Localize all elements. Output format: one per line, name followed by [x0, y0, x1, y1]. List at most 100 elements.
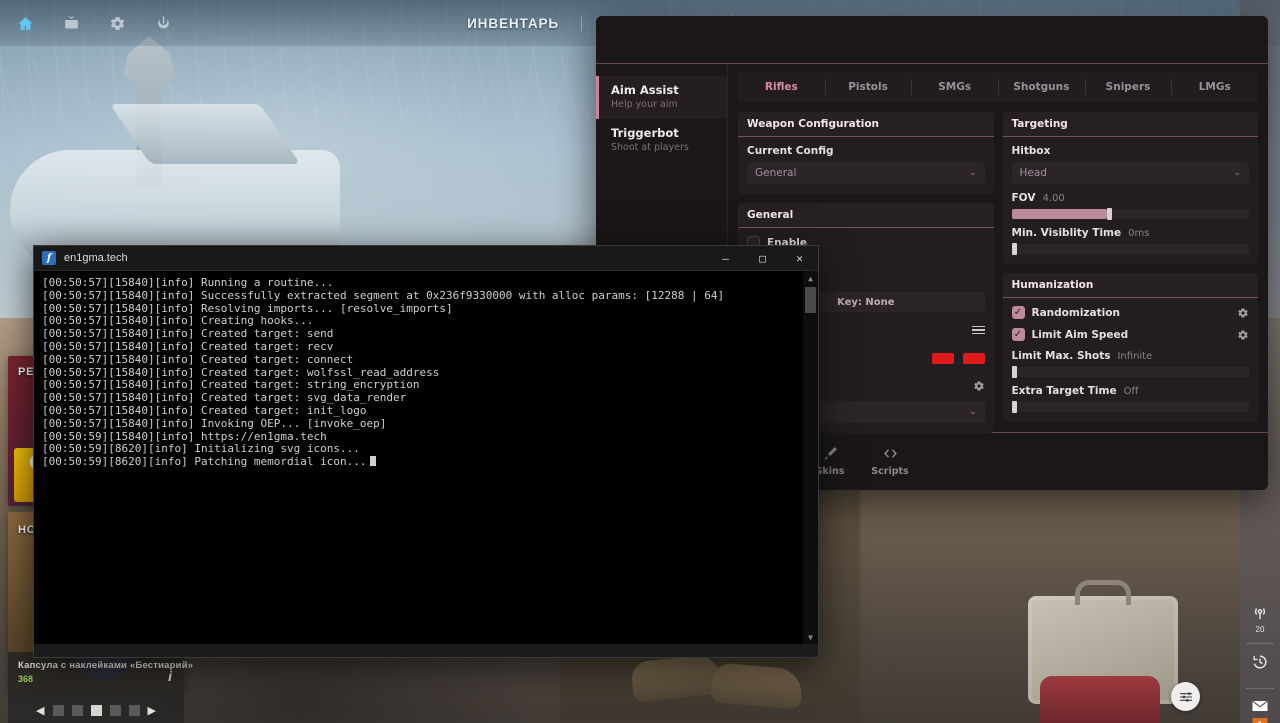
- promo-carousel: Капсула с наклейками «Бестиарий» 368 i ◀…: [8, 652, 193, 723]
- list-menu-icon[interactable]: [971, 325, 985, 335]
- tab-rifles[interactable]: Rifles: [738, 72, 825, 102]
- tab-snipers[interactable]: Snipers: [1084, 72, 1172, 102]
- quick-settings-fab[interactable]: [1171, 682, 1200, 711]
- scroll-up-arrow-icon[interactable]: ▲: [808, 271, 813, 285]
- extra-target-time-slider-knob[interactable]: [1011, 401, 1017, 413]
- min-visibility-row: Min. Visiblity Time 0ms: [1012, 227, 1250, 239]
- sidebar-item-triggerbot[interactable]: Triggerbot Shoot at players: [596, 119, 727, 162]
- limit-max-shots-slider[interactable]: [1011, 366, 1249, 378]
- home-icon[interactable]: [12, 10, 38, 36]
- gear-icon[interactable]: [973, 380, 985, 392]
- app-logo-icon: f: [42, 251, 56, 265]
- console-window: f en1gma.tech — □ ✕ [00:50:57][15840][in…: [33, 245, 819, 658]
- min-visibility-slider[interactable]: [1011, 243, 1249, 255]
- hitbox-select[interactable]: Head ⌄: [1011, 162, 1249, 184]
- console-scrollbar[interactable]: ▲ ▼: [803, 271, 818, 644]
- tab-pistols[interactable]: Pistols: [824, 72, 912, 102]
- menu-item-inventory[interactable]: ИНВЕНТАРЬ: [445, 16, 581, 31]
- carousel-dot[interactable]: [52, 705, 64, 716]
- console-title-bar[interactable]: f en1gma.tech — □ ✕: [34, 246, 818, 271]
- carousel-dot[interactable]: [109, 705, 121, 716]
- fov-slider-fill: [1011, 209, 1107, 219]
- settings-column-right: Targeting Hitbox Head ⌄ FOV 4.00 Min. Vi…: [1002, 112, 1259, 433]
- weapon-configuration-header: Weapon Configuration: [738, 112, 994, 137]
- gear-icon[interactable]: [1237, 307, 1249, 319]
- humanization-header: Humanization: [1002, 273, 1258, 298]
- console-window-title: en1gma.tech: [64, 252, 128, 264]
- targeting-body: Hitbox Head ⌄ FOV 4.00 Min. Visiblity Ti…: [1003, 137, 1259, 264]
- carousel-next-arrow-icon[interactable]: ▶: [148, 704, 156, 717]
- extra-target-time-slider[interactable]: [1011, 401, 1249, 413]
- console-log-text: [00:50:57][15840][info] Running a routin…: [42, 276, 725, 469]
- extra-target-time-value: Off: [1123, 385, 1139, 397]
- carousel-dot[interactable]: [71, 705, 83, 716]
- cheat-menu-header: [596, 16, 1268, 64]
- history-clock-icon: [1253, 655, 1267, 669]
- sidebar-item-aim-assist[interactable]: Aim Assist Help your aim: [596, 76, 727, 119]
- game-top-bar-icons: [0, 10, 176, 36]
- code-icon: [883, 448, 897, 458]
- chevron-down-icon: ⌄: [968, 168, 977, 178]
- watch-tv-icon[interactable]: [58, 10, 84, 36]
- targeting-header: Targeting: [1002, 112, 1258, 137]
- sidebar-item-aim-assist-title: Aim Assist: [611, 83, 679, 97]
- limit-aim-speed-checkbox[interactable]: [1011, 328, 1025, 341]
- general-header: General: [738, 203, 994, 228]
- fov-slider-knob[interactable]: [1106, 208, 1112, 220]
- carousel-prev-arrow-icon[interactable]: ◀: [36, 704, 44, 717]
- randomization-label: Randomization: [1031, 306, 1120, 319]
- fov-label: FOV: [1011, 192, 1036, 204]
- randomization-checkbox[interactable]: [1011, 306, 1025, 319]
- maximize-button[interactable]: □: [744, 246, 781, 271]
- extra-target-time-label: Extra Target Time: [1011, 385, 1117, 397]
- nav-button-skins-label: Skins: [815, 465, 845, 477]
- limit-max-shots-value: Infinite: [1117, 350, 1153, 362]
- scrollbar-thumb[interactable]: [805, 287, 816, 313]
- tab-lmgs[interactable]: LMGs: [1171, 72, 1258, 102]
- hitbox-label: Hitbox: [1011, 145, 1051, 157]
- nav-button-scripts[interactable]: Scripts: [860, 439, 920, 483]
- fov-value: 4.00: [1042, 192, 1065, 204]
- weapon-category-tabs: Rifles Pistols SMGs Shotguns Snipers LMG…: [738, 72, 1258, 102]
- current-config-select[interactable]: General ⌄: [747, 162, 985, 184]
- sliders-icon: [1179, 691, 1192, 702]
- tab-smgs[interactable]: SMGs: [911, 72, 998, 102]
- limit-max-shots-label: Limit Max. Shots: [1011, 350, 1111, 362]
- fov-slider[interactable]: [1011, 208, 1249, 220]
- carousel-dot-active[interactable]: [90, 705, 102, 716]
- minimize-button[interactable]: —: [707, 246, 744, 271]
- console-status-bar: [34, 644, 818, 657]
- humanization-card: Humanization Randomization: [1002, 273, 1259, 422]
- limit-aim-speed-row: Limit Aim Speed: [1011, 328, 1250, 341]
- tab-shotguns[interactable]: Shotguns: [998, 72, 1085, 102]
- weapon-configuration-card: Weapon Configuration Current Config Gene…: [738, 112, 994, 194]
- console-log-output: [00:50:57][15840][info] Running a routin…: [34, 271, 818, 475]
- min-visibility-slider-knob[interactable]: [1011, 243, 1017, 255]
- rail-mail-button[interactable]: 1: [1240, 696, 1280, 723]
- rail-broadcast-button[interactable]: 20: [1240, 604, 1280, 634]
- rail-divider: [1246, 688, 1274, 689]
- current-config-value: General: [755, 167, 797, 179]
- color-swatch-primary[interactable]: [931, 352, 954, 364]
- carousel-dot[interactable]: [128, 705, 140, 716]
- color-swatch-secondary[interactable]: [962, 352, 985, 364]
- limit-max-shots-row: Limit Max. Shots Infinite: [1012, 350, 1250, 362]
- scroll-down-arrow-icon[interactable]: ▼: [808, 630, 813, 644]
- broadcast-icon: [1254, 608, 1266, 619]
- mail-envelope-icon: [1252, 700, 1268, 711]
- background-red-bag: [1040, 676, 1160, 723]
- humanization-body: Randomization Limit Aim Speed: [1003, 298, 1259, 422]
- rail-history-button[interactable]: [1240, 652, 1280, 672]
- screen: ИНВЕНТАРЬ СНАРЯЖЕНИЕ ИГРАТЬ РЕЛ.О НОВО К…: [0, 0, 1280, 723]
- brush-icon: [824, 446, 837, 460]
- sidebar-item-aim-assist-subtitle: Help your aim: [611, 99, 678, 110]
- promo-carousel-nav: ◀ ▶: [8, 704, 184, 717]
- gear-icon[interactable]: [1237, 329, 1249, 341]
- power-icon[interactable]: [150, 10, 176, 36]
- chevron-down-icon: ⌄: [968, 407, 977, 417]
- close-button[interactable]: ✕: [781, 246, 818, 271]
- info-icon[interactable]: i: [168, 668, 172, 684]
- settings-gear-icon[interactable]: [104, 10, 130, 36]
- mail-badge: 1: [1252, 718, 1268, 723]
- limit-max-shots-slider-knob[interactable]: [1011, 366, 1017, 378]
